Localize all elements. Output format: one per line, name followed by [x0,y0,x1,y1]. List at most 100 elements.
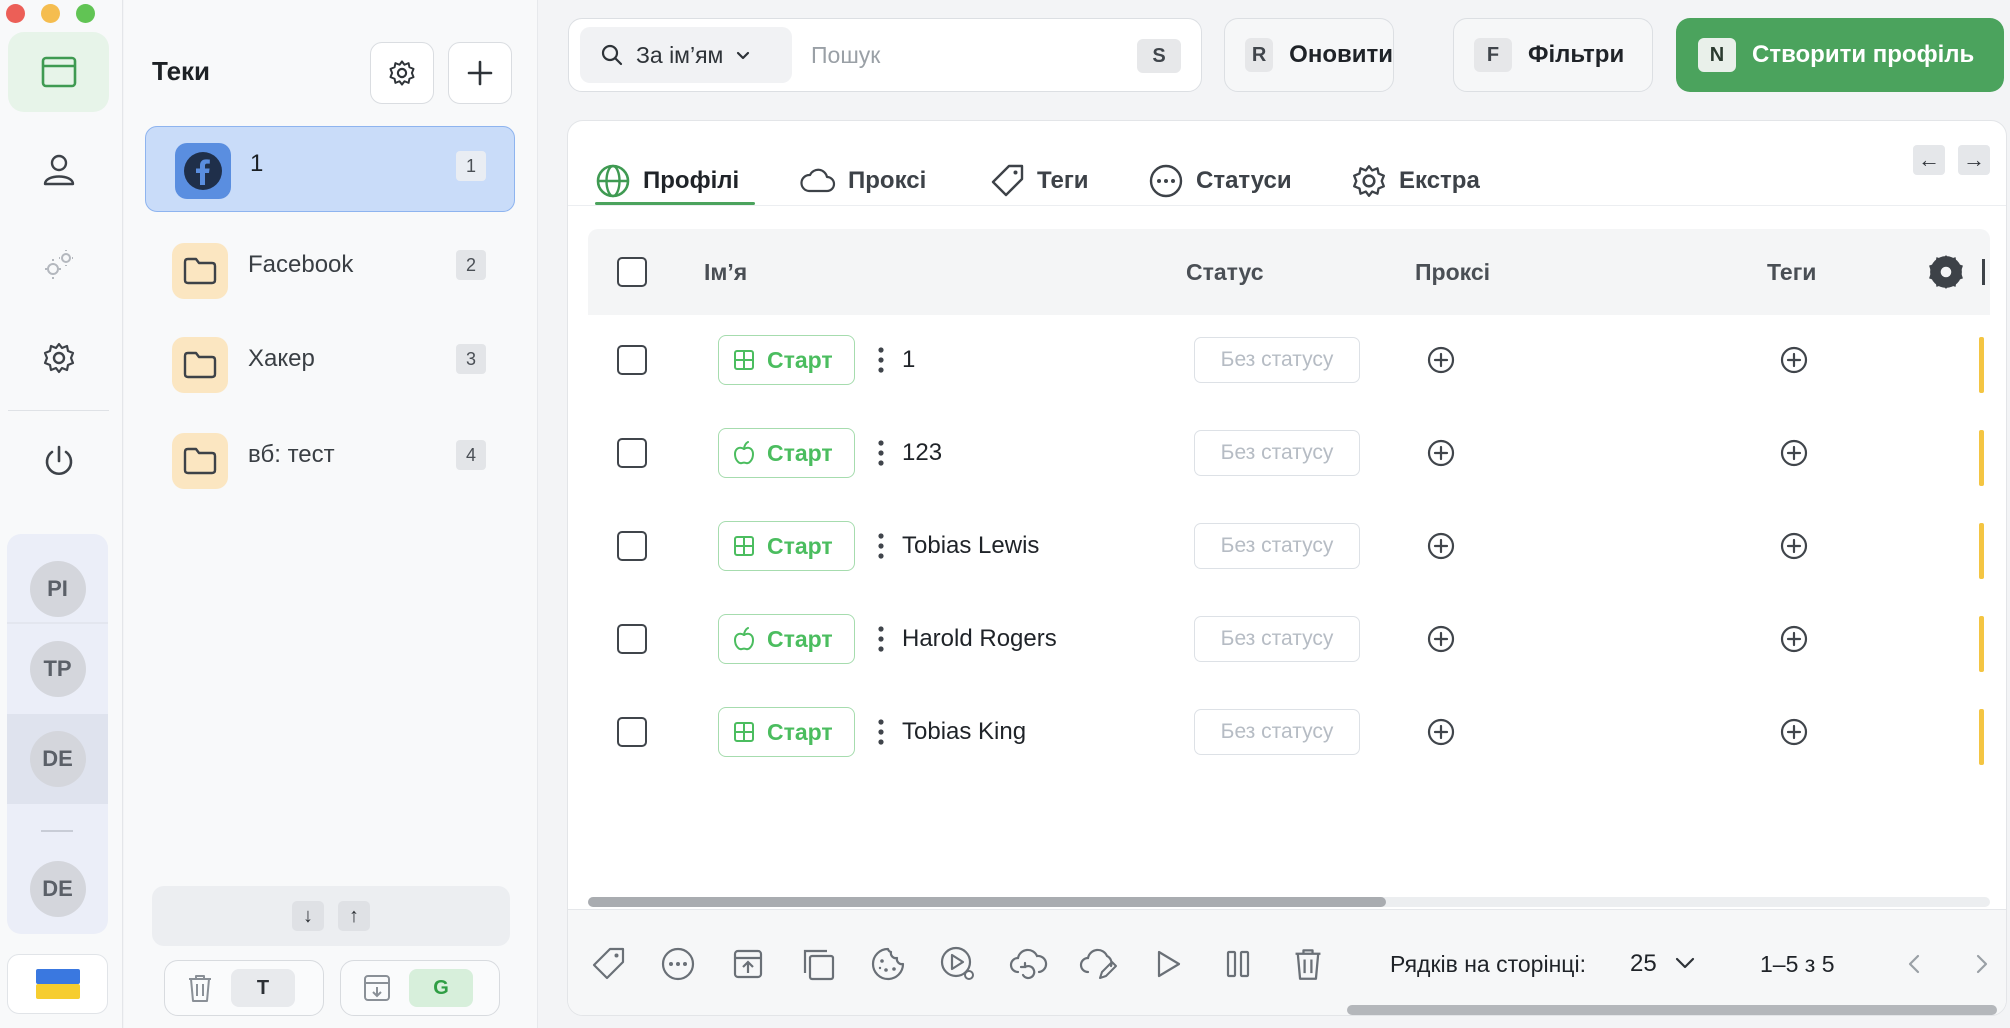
more-icon[interactable] [876,624,886,654]
rail-item-power[interactable] [8,422,109,502]
column-settings-icon[interactable] [1928,254,1964,290]
sort-up-button[interactable]: ↑ [338,901,370,931]
bulk-sync-button[interactable] [1008,944,1048,984]
rail-item-profiles[interactable] [8,32,109,112]
window-horizontal-scrollbar[interactable] [1347,1005,1997,1015]
more-icon[interactable] [876,717,886,747]
row-checkbox[interactable] [617,345,647,375]
trash-folder-button[interactable]: T [164,960,324,1016]
add-proxy-icon[interactable] [1426,624,1456,654]
tab-extra[interactable]: Екстра [1351,141,1480,221]
chevron-down-icon[interactable] [1674,954,1696,972]
status-badge[interactable]: Без статусу [1194,337,1360,383]
rows-per-page-select[interactable]: 25 [1630,910,1657,1015]
language-button[interactable] [7,954,108,1014]
rail-item-settings[interactable] [8,318,109,398]
workspace-item[interactable]: TP [7,624,108,714]
start-button[interactable]: Старт [718,428,855,478]
start-button[interactable]: Старт [718,335,855,385]
add-tag-icon[interactable] [1779,531,1809,561]
column-tags[interactable]: Теги [1767,229,1816,315]
start-button[interactable]: Старт [718,614,855,664]
folders-settings-button[interactable] [370,42,434,104]
bulk-cookies-button[interactable] [868,944,908,984]
window-minimize-button[interactable] [41,4,60,23]
workspace-item-selected[interactable]: DE [7,714,108,804]
profile-name[interactable]: Harold Rogers [902,596,1057,682]
prev-page-button[interactable] [1900,950,1928,978]
row-checkbox[interactable] [617,624,647,654]
tab-statuses[interactable]: Статуси [1148,141,1292,221]
refresh-button[interactable]: R Оновити [1224,18,1394,92]
bulk-cloud-edit-button[interactable] [1078,944,1118,984]
sort-down-button[interactable]: ↓ [292,901,324,931]
status-badge[interactable]: Без статусу [1194,430,1360,476]
add-tag-icon[interactable] [1779,345,1809,375]
add-proxy-icon[interactable] [1426,345,1456,375]
rail-item-account[interactable] [8,130,109,210]
tab-tags[interactable]: Теги [989,141,1089,221]
status-badge[interactable]: Без статусу [1194,616,1360,662]
search-mode-select[interactable]: За ім’ям [580,27,792,83]
scroll-left-button[interactable]: ← [1913,145,1945,175]
more-icon[interactable] [876,438,886,468]
status-badge[interactable]: Без статусу [1194,709,1360,755]
folder-item[interactable]: 1 1 [145,126,515,212]
table-row[interactable]: Старт Harold Rogers Без статусу [588,596,1990,689]
start-button[interactable]: Старт [718,521,855,571]
rail-item-automation[interactable] [8,224,109,304]
next-page-button[interactable] [1968,950,1996,978]
filters-button[interactable]: F Фільтри [1453,18,1653,92]
apple-icon [734,441,754,465]
add-folder-button[interactable] [448,42,512,104]
window-maximize-button[interactable] [76,4,95,23]
add-proxy-icon[interactable] [1426,717,1456,747]
add-tag-icon[interactable] [1779,717,1809,747]
column-proxy[interactable]: Проксі [1415,229,1490,315]
profile-name[interactable]: Tobias King [902,689,1026,775]
bulk-start-button[interactable] [1148,944,1188,984]
bulk-copy-button[interactable] [798,944,838,984]
more-icon[interactable] [876,531,886,561]
scroll-right-button[interactable]: → [1958,145,1990,175]
select-all-checkbox[interactable] [617,257,647,287]
window-close-button[interactable] [6,4,25,23]
import-folder-button[interactable]: G [340,960,500,1016]
row-checkbox[interactable] [617,531,647,561]
workspace-item[interactable]: DE [7,844,108,934]
add-tag-icon[interactable] [1779,438,1809,468]
table-horizontal-scrollbar[interactable] [588,897,1990,907]
more-icon[interactable] [876,345,886,375]
profile-name[interactable]: 123 [902,410,942,496]
folder-item[interactable]: Facebook 2 [144,222,514,308]
row-checkbox[interactable] [617,717,647,747]
profile-name[interactable]: Tobias Lewis [902,503,1039,589]
table-row[interactable]: Старт 1 Без статусу [588,317,1990,410]
bulk-stop-button[interactable] [1218,944,1258,984]
search-input[interactable] [811,31,1111,79]
start-button[interactable]: Старт [718,707,855,757]
folder-item[interactable]: Хакер 3 [144,316,514,402]
column-status[interactable]: Статус [1186,229,1264,315]
bulk-status-button[interactable] [658,944,698,984]
add-proxy-icon[interactable] [1426,531,1456,561]
folder-item[interactable]: вб: тест 4 [144,412,514,498]
tab-profiles[interactable]: Профілі [595,141,739,221]
create-profile-button[interactable]: N Створити профіль [1676,18,2004,92]
table-row[interactable]: Старт Tobias King Без статусу [588,689,1990,782]
status-badge[interactable]: Без статусу [1194,523,1360,569]
add-proxy-icon[interactable] [1426,438,1456,468]
row-checkbox[interactable] [617,438,647,468]
table-row[interactable]: Старт Tobias Lewis Без статусу [588,503,1990,596]
tab-proxy[interactable]: Проксі [800,141,926,221]
bulk-delete-button[interactable] [1288,944,1328,984]
column-name[interactable]: Ім’я [704,229,747,315]
profile-name[interactable]: 1 [902,317,915,403]
table-row[interactable]: Старт 123 Без статусу [588,410,1990,503]
bulk-tag-button[interactable] [588,944,628,984]
bulk-run-settings-button[interactable] [938,944,978,984]
scrollbar-thumb[interactable] [588,897,1386,907]
workspace-item[interactable]: PI [7,544,108,634]
add-tag-icon[interactable] [1779,624,1809,654]
bulk-export-button[interactable] [728,944,768,984]
